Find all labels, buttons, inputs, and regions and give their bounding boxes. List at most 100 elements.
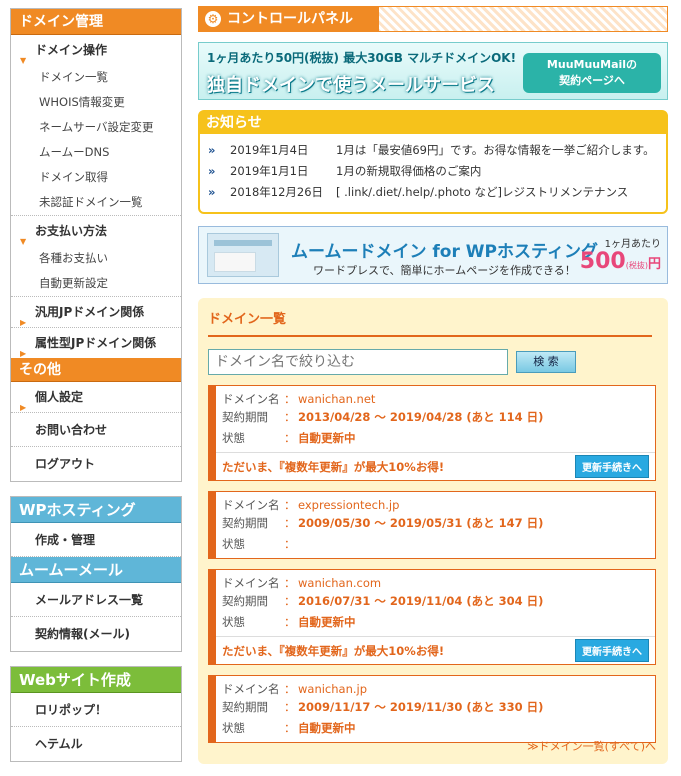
- domain-ops-title[interactable]: ▼ ドメイン操作: [11, 35, 181, 65]
- sidebar-item-payments[interactable]: 各種お支払い: [11, 246, 181, 271]
- website-preview-image: [207, 233, 279, 277]
- double-arrow-icon: »: [208, 164, 216, 178]
- domain-name[interactable]: wanichan.net: [298, 389, 375, 407]
- domain-name[interactable]: wanichan.com: [298, 573, 381, 591]
- sidebar-item-dns[interactable]: ムームーDNS: [11, 140, 181, 165]
- news-item[interactable]: » 2019年1月1日 1月の新規取得価格のご案内: [200, 161, 666, 182]
- card-label: 状態: [222, 431, 245, 445]
- contract-period: 2009/05/30 ～ 2019/05/31 (あと 147 日): [298, 516, 544, 530]
- website-header: Webサイト作成: [11, 667, 181, 693]
- triangle-right-icon: ▶: [20, 349, 27, 358]
- domain-status: 自動更新中: [298, 721, 356, 735]
- sidebar-item-logout[interactable]: ログアウト: [11, 447, 181, 481]
- card-label: 契約期間: [222, 516, 268, 530]
- sidebar-item-contact[interactable]: お問い合わせ: [11, 413, 181, 447]
- payment-title[interactable]: ▼ お支払い方法: [11, 216, 181, 246]
- card-row-contract-period: 契約期間 ： 2009/05/30 ～ 2019/05/31 (あと 147 日): [216, 513, 655, 534]
- sidebar-item-unverified[interactable]: 未認証ドメイン一覧: [11, 190, 181, 215]
- wp-hosting-header: WPホスティング: [11, 497, 181, 523]
- sidebar-item-whois[interactable]: WHOIS情報変更: [11, 90, 181, 115]
- card-label: 状態: [222, 537, 245, 551]
- card-separator: ：: [284, 498, 296, 512]
- wp-hosting-banner[interactable]: ムームードメイン for WPホスティング ワードプレスで、簡単にホームページを…: [198, 226, 668, 284]
- jp-general-title[interactable]: ▶ 汎用JPドメイン関係: [11, 297, 181, 327]
- sidebar-item-acquire[interactable]: ドメイン取得: [11, 165, 181, 190]
- card-separator: ：: [284, 700, 296, 714]
- card-row-domain-name: ドメイン名 ： expressiontech.jp: [216, 492, 655, 513]
- domain-name[interactable]: expressiontech.jp: [298, 495, 399, 513]
- sidebar-item-mail-list[interactable]: メールアドレス一覧: [11, 583, 181, 617]
- sidebar-item-hetemuru[interactable]: ヘテムル: [11, 727, 181, 761]
- news-item[interactable]: » 2019年1月4日 1月は「最安値69円」です。お得な情報を一挙ご紹介します…: [200, 140, 666, 161]
- card-row-contract-period: 契約期間 ： 2016/07/31 ～ 2019/11/04 (あと 304 日): [216, 591, 655, 612]
- card-separator: ：: [284, 721, 296, 735]
- wp-hosting-box: WPホスティング 作成・管理 ムームーメール メールアドレス一覧 契約情報(メー…: [10, 496, 182, 652]
- renewal-button[interactable]: 更新手続きへ: [575, 639, 649, 662]
- control-panel-header: ⚙ コントロールパネル: [198, 6, 668, 32]
- contract-period: 2016/07/31 ～ 2019/11/04 (あと 304 日): [298, 594, 544, 608]
- sidebar-item-nameserver[interactable]: ネームサーバ設定変更: [11, 115, 181, 140]
- muumuu-mail-header: ムームーメール: [11, 557, 181, 583]
- sidebar-item-lolipop[interactable]: ロリポップ！: [11, 693, 181, 727]
- renewal-button[interactable]: 更新手続きへ: [575, 455, 649, 478]
- domain-card: ドメイン名 ： expressiontech.jp 契約期間： 2009/05/30 ～…: [208, 491, 656, 559]
- sidebar-item-wp-create[interactable]: 作成・管理: [11, 523, 181, 557]
- card-separator: ：: [284, 431, 296, 445]
- card-label: 契約期間: [222, 594, 268, 608]
- gear-icon: ⚙: [205, 11, 221, 27]
- card-label: 契約期間: [222, 410, 268, 424]
- triangle-down-icon: ▼: [20, 56, 27, 65]
- domain-status: 自動更新中: [298, 431, 356, 445]
- domain-management-header: ドメイン管理: [11, 9, 181, 35]
- card-separator: ：: [284, 392, 296, 406]
- card-label: 契約期間: [222, 700, 268, 714]
- domain-ops-group: ▼ ドメイン操作 ドメイン一覧 WHOIS情報変更 ネームサーバ設定変更 ムームー…: [11, 35, 181, 216]
- domain-list-title: ドメイン一覧: [208, 308, 652, 337]
- card-row-contract-period: 契約期間 ： 2013/04/28 ～ 2019/04/28 (あと 114 日): [216, 407, 655, 428]
- card-label: 状態: [222, 721, 245, 735]
- card-label: ドメイン名: [222, 392, 280, 406]
- personal-group: ▶ 個人設定: [11, 382, 181, 413]
- domain-filter-input[interactable]: [208, 349, 508, 375]
- card-row-domain-status: 状態 ：自動更新中: [216, 718, 655, 739]
- domain-card: ドメイン名： wanichan.com 契約期間： 2016/07/31 ～ 2019…: [208, 569, 656, 665]
- sidebar-item-mail-contract[interactable]: 契約情報(メール): [11, 617, 181, 651]
- personal-title[interactable]: ▶ 個人設定: [11, 382, 181, 412]
- card-separator: ：: [284, 576, 296, 590]
- control-panel-title: ⚙ コントロールパネル: [199, 7, 379, 31]
- search-button[interactable]: 検 索: [516, 351, 576, 373]
- card-row-domain-status: 状態 ：自動更新中: [216, 612, 655, 633]
- domain-card: ドメイン名： wanichan.jp 契約期間： 2009/11/17 ～ 2019/…: [208, 675, 656, 743]
- domain-name[interactable]: wanichan.jp: [298, 679, 367, 697]
- sidebar-item-auto-renew[interactable]: 自動更新設定: [11, 271, 181, 296]
- domain-card: ドメイン名： wanichan.net 契約期間： 2013/04/28 ～ 2019…: [208, 385, 656, 481]
- double-arrow-icon: »: [208, 143, 216, 157]
- card-label: ドメイン名: [222, 682, 280, 696]
- sidebar: ドメイン管理 ▼ ドメイン操作 ドメイン一覧 WHOIS情報変更 ネームサーバ設定…: [10, 8, 182, 776]
- jp-attr-title[interactable]: ▶ 属性型JPドメイン関係: [11, 328, 181, 358]
- sidebar-item-domain-list[interactable]: ドメイン一覧: [11, 65, 181, 90]
- banner-main-text: 独自ドメインで使うメールサービス: [207, 75, 495, 96]
- card-label: ドメイン名: [222, 576, 280, 590]
- jp-attr-group: ▶ 属性型JPドメイン関係: [11, 328, 181, 358]
- news-box: お知らせ » 2019年1月4日 1月は「最安値69円」です。お得な情報を一挙ご…: [198, 110, 668, 214]
- news-item[interactable]: » 2018年12月26日 [ .link/.diet/.help/.photo…: [200, 182, 666, 203]
- card-separator: ：: [284, 682, 296, 696]
- card-separator: ：: [284, 594, 296, 608]
- card-separator: ：: [284, 615, 296, 629]
- card-row-domain-name: ドメイン名 ： wanichan.net: [216, 386, 655, 407]
- card-row-domain-status: 状態 ：: [216, 534, 655, 555]
- card-row-domain-status: 状態 ：自動更新中: [216, 428, 655, 449]
- card-row-domain-name: ドメイン名 ： wanichan.jp: [216, 676, 655, 697]
- mail-contract-button[interactable]: MuuMuuMailの 契約ページへ: [523, 53, 661, 93]
- contract-period: 2013/04/28 ～ 2019/04/28 (あと 114 日): [298, 410, 544, 424]
- news-title: お知らせ: [200, 112, 666, 134]
- card-label: 状態: [222, 615, 245, 629]
- renewal-promo: ただいま、『複数年更新』が最大10%お得! 更新手続きへ: [216, 452, 655, 480]
- all-domains-link[interactable]: ≫ドメイン一覧(すべて)へ: [527, 738, 656, 754]
- contract-period: 2009/11/17 ～ 2019/11/30 (あと 330 日): [298, 700, 544, 714]
- card-separator: ：: [284, 410, 296, 424]
- mail-service-banner[interactable]: 1ヶ月あたり50円(税抜) 最大30GB マルチドメインOK! 独自ドメインで使…: [198, 42, 668, 100]
- card-label: ドメイン名: [222, 498, 280, 512]
- promo-text: ただいま、『複数年更新』が最大10%お得!: [222, 643, 445, 658]
